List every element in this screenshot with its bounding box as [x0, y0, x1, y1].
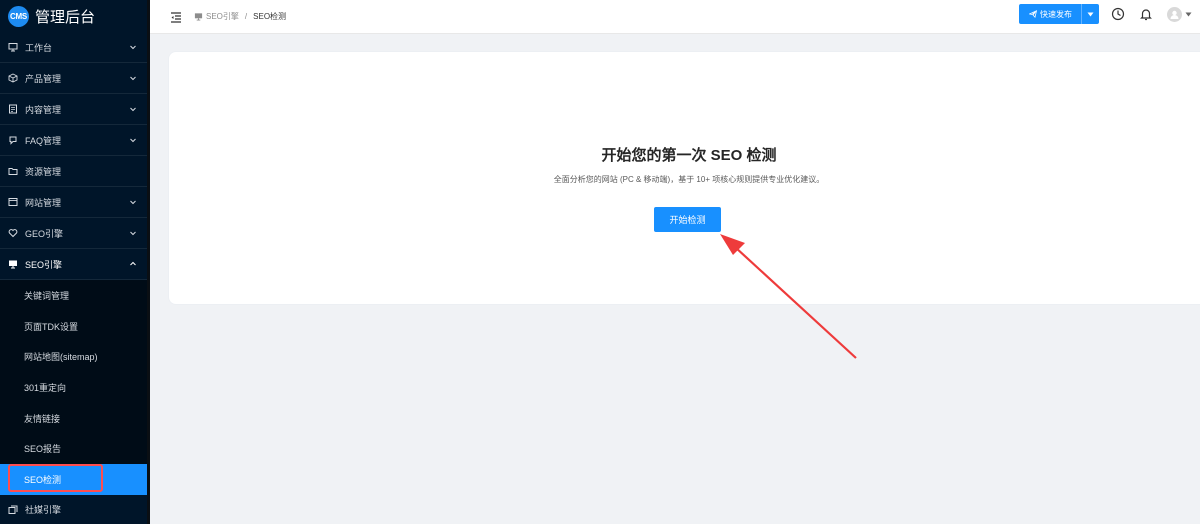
- history-icon[interactable]: [1109, 5, 1127, 23]
- sidebar-edge: [147, 0, 150, 524]
- sidebar-item-faq[interactable]: FAQ管理: [0, 125, 147, 156]
- quick-publish-button[interactable]: 快速发布: [1019, 4, 1081, 24]
- breadcrumb: SEO引擎 / SEO检测: [194, 11, 286, 22]
- avatar[interactable]: [1167, 6, 1182, 22]
- page-title: 开始您的第一次 SEO 检测: [601, 147, 777, 164]
- sidebar-subitem-keywords[interactable]: 关键词管理: [0, 280, 147, 311]
- website-icon: [8, 197, 18, 207]
- sidebar-item-geo[interactable]: GEO引擎: [0, 218, 147, 249]
- logo[interactable]: CMS 管理后台: [0, 0, 147, 32]
- sidebar-item-social[interactable]: 社媒引擎: [0, 495, 147, 524]
- top-header: SEO引擎 / SEO检测 快速发布: [150, 0, 1200, 34]
- sidebar-item-resources[interactable]: 资源管理: [0, 156, 147, 187]
- caret-down-icon[interactable]: [1185, 12, 1192, 17]
- sidebar-item-label: 产品管理: [25, 73, 62, 84]
- sidebar-item-seo[interactable]: SEO引擎: [0, 249, 147, 280]
- menu-fold-icon[interactable]: [170, 11, 182, 23]
- sidebar: CMS 管理后台 工作台 产品管理 内容管理 FAQ管理 资源管理 网站管理 G…: [0, 0, 150, 524]
- seo-monitor-icon: [8, 259, 18, 269]
- app-title: 管理后台: [35, 8, 96, 26]
- document-icon: [8, 104, 18, 114]
- sidebar-subitem-seo-check[interactable]: SEO检测: [0, 464, 147, 495]
- quick-publish-dropdown[interactable]: [1081, 4, 1099, 24]
- faq-icon: [8, 135, 18, 145]
- sidebar-subitem-redirect[interactable]: 301重定向: [0, 372, 147, 403]
- sidebar-item-workbench[interactable]: 工作台: [0, 32, 147, 63]
- sidebar-item-label: GEO引擎: [25, 228, 64, 239]
- quick-publish-button-group: 快速发布: [1019, 4, 1099, 24]
- sidebar-subitem-tdk[interactable]: 页面TDK设置: [0, 310, 147, 342]
- page-subtitle: 全面分析您的网站 (PC & 移动端)，基于 10+ 项核心规则提供专业优化建议…: [553, 175, 825, 184]
- seo-monitor-icon: [194, 12, 203, 21]
- sidebar-item-label: 工作台: [25, 42, 53, 53]
- chevron-down-icon: [129, 74, 137, 82]
- bell-icon[interactable]: [1137, 5, 1155, 23]
- breadcrumb-parent[interactable]: SEO引擎: [206, 11, 239, 22]
- chevron-down-icon: [129, 229, 137, 237]
- sidebar-item-label: 内容管理: [25, 104, 62, 115]
- chevron-down-icon: [129, 136, 137, 144]
- highlight-box: [8, 464, 103, 493]
- send-icon: [1029, 10, 1037, 18]
- start-check-button[interactable]: 开始检测: [654, 207, 721, 232]
- chevron-up-icon: [129, 260, 137, 268]
- seo-check-card: 开始您的第一次 SEO 检测 全面分析您的网站 (PC & 移动端)，基于 10…: [168, 51, 1200, 305]
- sidebar-subitem-report[interactable]: SEO报告: [0, 433, 147, 465]
- sidebar-item-label: 社媒引擎: [25, 505, 62, 516]
- sidebar-item-content[interactable]: 内容管理: [0, 94, 147, 125]
- sidebar-item-website[interactable]: 网站管理: [0, 187, 147, 218]
- sidebar-item-label: 资源管理: [25, 166, 62, 177]
- user-icon: [1170, 10, 1179, 19]
- cube-icon: [8, 73, 18, 83]
- breadcrumb-separator: /: [244, 12, 248, 21]
- logo-badge: CMS: [8, 5, 29, 27]
- sidebar-item-label: SEO引擎: [25, 259, 63, 270]
- monitor-icon: [8, 42, 18, 52]
- breadcrumb-current: SEO检测: [253, 12, 287, 21]
- chevron-down-icon: [129, 105, 137, 113]
- sidebar-item-label: 网站管理: [25, 197, 62, 208]
- caret-down-icon: [1087, 12, 1094, 16]
- heart-icon: [8, 228, 18, 238]
- sidebar-item-label: FAQ管理: [25, 135, 62, 146]
- quick-publish-label: 快速发布: [1040, 9, 1072, 19]
- folder-icon: [8, 166, 18, 176]
- share-icon: [8, 505, 18, 515]
- chevron-down-icon: [129, 198, 137, 206]
- sidebar-subitem-sitemap[interactable]: 网站地图(sitemap): [0, 341, 147, 373]
- sidebar-subitem-links[interactable]: 友情链接: [0, 402, 147, 434]
- header-actions: 快速发布: [1019, 4, 1192, 24]
- sidebar-item-products[interactable]: 产品管理: [0, 63, 147, 94]
- chevron-down-icon: [129, 43, 137, 51]
